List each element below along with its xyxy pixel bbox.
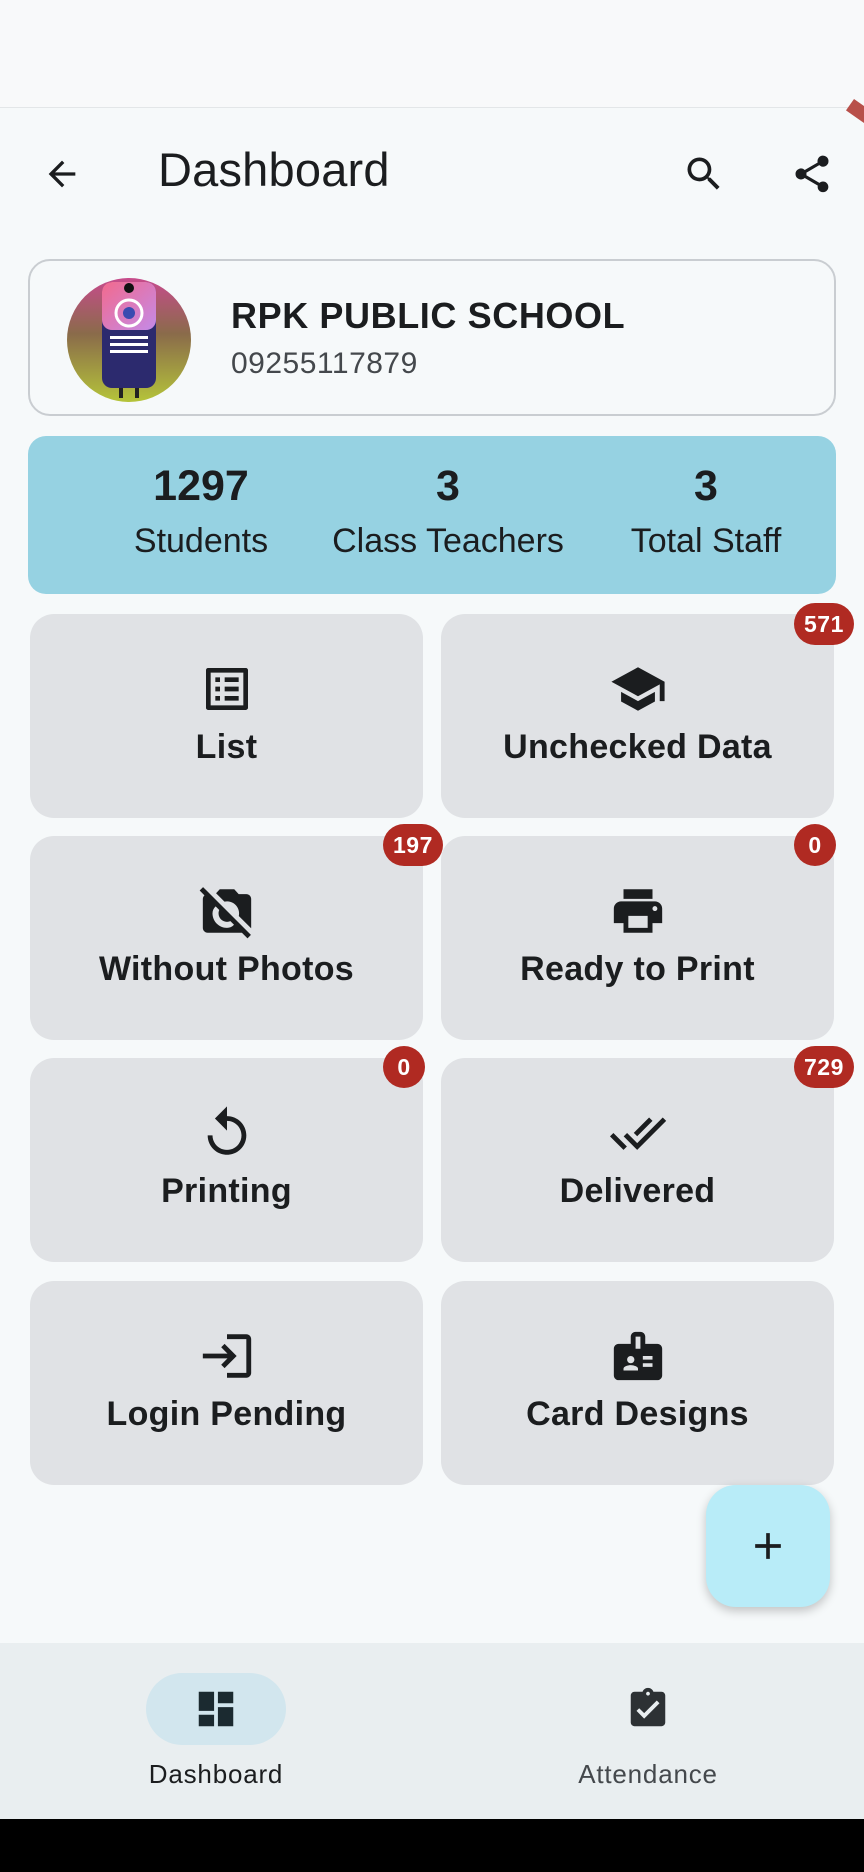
badge-delivered: 729 — [794, 1046, 854, 1088]
stat-value: 3 — [694, 462, 718, 510]
tile-unchecked-data[interactable]: Unchecked Data — [441, 614, 834, 818]
badge-without-photos: 197 — [383, 824, 443, 866]
back-button[interactable] — [34, 146, 90, 202]
app-bar: Dashboard — [0, 108, 864, 228]
stat-label: Students — [133, 522, 269, 560]
search-button[interactable] — [676, 146, 732, 202]
stat-value: 3 — [436, 462, 460, 510]
stat-students: 1297 Students — [88, 460, 314, 566]
tile-label: Without Photos — [98, 950, 355, 988]
search-icon — [687, 157, 720, 190]
nav-item-dashboard[interactable]: Dashboard — [66, 1673, 366, 1790]
plus-icon — [755, 1533, 781, 1559]
tile-card-designs[interactable]: Card Designs — [441, 1281, 834, 1485]
school-cap-icon — [609, 660, 667, 718]
dashboard-icon — [198, 1691, 234, 1727]
tile-list[interactable]: List — [30, 614, 423, 818]
tile-login-pending[interactable]: Login Pending — [30, 1281, 423, 1485]
nav-indicator — [146, 1673, 286, 1745]
school-logo — [67, 278, 191, 402]
tile-label: Ready to Print — [520, 950, 755, 988]
nav-item-attendance[interactable]: Attendance — [498, 1673, 798, 1790]
tile-ready-to-print[interactable]: Ready to Print — [441, 836, 834, 1040]
status-bar — [0, 0, 864, 108]
share-button[interactable] — [784, 146, 840, 202]
list-icon — [198, 660, 256, 718]
school-name: RPK PUBLIC SCHOOL — [231, 295, 626, 336]
tile-label: Unchecked Data — [503, 728, 772, 766]
school-phone: 09255117879 — [231, 347, 418, 380]
stat-label: Class Teachers — [332, 522, 564, 560]
tile-label: Printing — [161, 1172, 292, 1210]
bottom-nav: Dashboard Attendance — [0, 1643, 864, 1819]
nav-indicator — [578, 1673, 718, 1745]
tile-label: Login Pending — [106, 1395, 347, 1433]
badge-unchecked-data: 571 — [794, 603, 854, 645]
stat-class-teachers: 3 Class Teachers — [296, 460, 600, 566]
done-all-icon — [609, 1104, 667, 1162]
stat-value: 1297 — [153, 462, 249, 510]
stat-total-staff: 3 Total Staff — [588, 460, 824, 566]
badge-icon — [609, 1327, 667, 1385]
tile-delivered[interactable]: Delivered — [441, 1058, 834, 1262]
stats-panel: 1297 Students 3 Class Teachers 3 Total S… — [28, 436, 836, 594]
tile-printing[interactable]: Printing — [30, 1058, 423, 1262]
stat-label: Total Staff — [630, 522, 782, 560]
add-fab-button[interactable] — [706, 1485, 830, 1607]
badge-ready-to-print: 0 — [794, 824, 836, 866]
arrow-back-icon — [48, 160, 76, 188]
assignment-check-icon — [630, 1687, 666, 1727]
tile-label: Delivered — [559, 1172, 716, 1210]
system-navigation-bar — [0, 1819, 864, 1872]
tile-label: List — [195, 728, 258, 766]
school-card[interactable]: RPK PUBLIC SCHOOL 09255117879 — [28, 259, 836, 416]
login-icon — [198, 1327, 256, 1385]
printer-icon — [609, 882, 667, 940]
badge-printing: 0 — [383, 1046, 425, 1088]
nav-label: Attendance — [578, 1759, 718, 1789]
tile-without-photos[interactable]: Without Photos — [30, 836, 423, 1040]
share-icon — [795, 155, 829, 193]
no-photography-icon — [198, 882, 256, 940]
page-title: Dashboard — [158, 143, 390, 196]
refresh-icon — [198, 1104, 256, 1162]
nav-label: Dashboard — [148, 1759, 284, 1789]
tile-label: Card Designs — [526, 1395, 749, 1433]
